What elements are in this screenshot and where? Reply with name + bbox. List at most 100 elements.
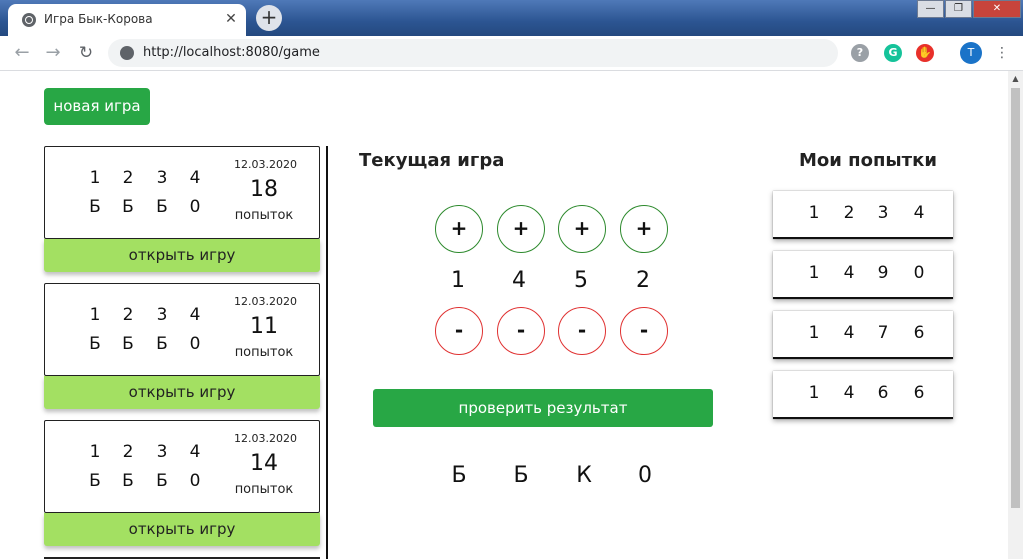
game-card: 1 2 3 4 Б Б Б 0 12.03.2020 11 попыток от… (44, 283, 320, 409)
tab-title: Игра Бык-Корова (44, 12, 153, 26)
attempt-digit: 4 (843, 383, 855, 403)
attempt-digit: 4 (913, 203, 925, 223)
current-digit: 4 (512, 268, 526, 293)
attempt-row: 1 2 3 4 (773, 191, 953, 239)
attempt-digit: 3 (877, 203, 889, 223)
game-result-mark: Б (89, 471, 101, 491)
game-result-mark: Б (89, 334, 101, 354)
attempt-digit: 4 (843, 323, 855, 343)
game-result-mark: 0 (189, 471, 201, 491)
back-arrow-icon[interactable]: ← (12, 43, 32, 63)
window-close-button[interactable]: ✕ (973, 0, 1021, 18)
new-tab-button[interactable]: + (256, 5, 282, 31)
address-url[interactable]: http://localhost:8080/game (143, 45, 320, 60)
attempt-digit: 4 (843, 263, 855, 283)
game-digit: 3 (156, 305, 168, 325)
column-divider (326, 146, 328, 559)
game-attempt-word: попыток (234, 345, 294, 360)
game-digit: 3 (156, 442, 168, 462)
attempt-row: 1 4 7 6 (773, 311, 953, 359)
globe-icon (22, 13, 36, 27)
game-card-summary: 1 2 3 4 Б Б Б 0 12.03.2020 14 попыток (44, 420, 320, 513)
my-attempts-title: Мои попытки (799, 150, 937, 171)
reload-icon[interactable]: ↻ (76, 43, 96, 63)
window-minimize-button[interactable]: — (917, 0, 944, 18)
game-date: 12.03.2020 (234, 158, 297, 171)
game-attempt-word: попыток (234, 482, 294, 497)
attempt-digit: 6 (913, 323, 925, 343)
adblock-hand-icon[interactable]: ✋ (916, 44, 934, 62)
attempt-digit: 1 (808, 383, 820, 403)
shield-question-icon[interactable]: ? (851, 44, 869, 62)
game-result-mark: Б (122, 197, 134, 217)
attempt-digit: 1 (808, 263, 820, 283)
tab-close-icon[interactable]: ✕ (222, 10, 240, 28)
game-attempt-word: попыток (234, 208, 294, 223)
scroll-up-arrow-icon[interactable]: ▲ (1008, 71, 1023, 86)
browser-tab[interactable]: Игра Бык-Корова ✕ (8, 4, 246, 36)
decrement-digit-3-button[interactable]: - (558, 307, 606, 355)
game-card-summary: 1 2 3 4 Б Б Б 0 12.03.2020 18 попыток (44, 146, 320, 239)
attempt-digit: 2 (843, 203, 855, 223)
kebab-menu-icon[interactable]: ⋮ (995, 44, 1009, 62)
game-result-mark: Б (89, 197, 101, 217)
result-mark: К (576, 463, 592, 488)
attempt-digit: 0 (913, 263, 925, 283)
attempt-digit: 6 (913, 383, 925, 403)
game-date: 12.03.2020 (234, 295, 297, 308)
attempt-digit: 7 (877, 323, 889, 343)
game-attempt-count: 14 (250, 451, 278, 476)
game-result-mark: Б (122, 471, 134, 491)
attempt-row: 1 4 6 6 (773, 371, 953, 419)
address-bar[interactable]: http://localhost:8080/game (108, 39, 838, 67)
result-mark: Б (451, 463, 467, 488)
current-game-title: Текущая игра (359, 150, 505, 171)
game-result-mark: 0 (189, 197, 201, 217)
game-attempt-count: 11 (250, 314, 278, 339)
profile-avatar[interactable]: T (960, 42, 982, 64)
increment-digit-1-button[interactable]: + (435, 205, 483, 253)
game-date: 12.03.2020 (234, 432, 297, 445)
current-digit: 5 (574, 268, 588, 293)
game-digit: 1 (89, 168, 101, 188)
game-digit: 1 (89, 305, 101, 325)
game-result-mark: Б (156, 334, 168, 354)
result-mark: 0 (638, 463, 652, 488)
game-card: 1 2 3 4 Б Б Б 0 12.03.2020 18 попыток от… (44, 146, 320, 272)
page-viewport: новая игра 1 2 3 4 Б Б Б 0 12.03.2020 18… (0, 71, 1008, 559)
increment-digit-4-button[interactable]: + (620, 205, 668, 253)
page-scrollbar[interactable]: ▲ (1008, 71, 1023, 559)
open-game-button[interactable]: открыть игру (44, 376, 320, 409)
game-result-mark: Б (156, 471, 168, 491)
forward-arrow-icon[interactable]: → (43, 43, 63, 63)
window-maximize-button[interactable]: ❐ (945, 0, 972, 18)
site-info-icon[interactable] (120, 46, 134, 60)
open-game-button[interactable]: открыть игру (44, 513, 320, 546)
grammarly-icon[interactable]: G (884, 44, 902, 62)
browser-tabstrip: Игра Бык-Корова ✕ + — ❐ ✕ (0, 0, 1023, 36)
game-result-mark: 0 (189, 334, 201, 354)
decrement-digit-4-button[interactable]: - (620, 307, 668, 355)
game-digit: 2 (122, 305, 134, 325)
game-digit: 2 (122, 442, 134, 462)
current-digit: 2 (636, 268, 650, 293)
game-card: 1 2 3 4 Б Б Б 0 12.03.2020 14 попыток от… (44, 420, 320, 546)
check-result-button[interactable]: проверить результат (373, 389, 713, 427)
increment-digit-2-button[interactable]: + (497, 205, 545, 253)
attempt-digit: 9 (877, 263, 889, 283)
game-attempt-count: 18 (250, 177, 278, 202)
game-result-mark: Б (156, 197, 168, 217)
attempt-row: 1 4 9 0 (773, 251, 953, 299)
browser-toolbar: ← → ↻ http://localhost:8080/game ? G ✋ T… (0, 36, 1023, 71)
open-game-button[interactable]: открыть игру (44, 239, 320, 272)
game-digit: 4 (189, 168, 201, 188)
new-game-button[interactable]: новая игра (44, 88, 150, 125)
scrollbar-thumb[interactable] (1011, 88, 1020, 508)
attempt-digit: 6 (877, 383, 889, 403)
game-digit: 3 (156, 168, 168, 188)
decrement-digit-1-button[interactable]: - (435, 307, 483, 355)
decrement-digit-2-button[interactable]: - (497, 307, 545, 355)
game-digit: 2 (122, 168, 134, 188)
attempt-digit: 1 (808, 323, 820, 343)
increment-digit-3-button[interactable]: + (558, 205, 606, 253)
